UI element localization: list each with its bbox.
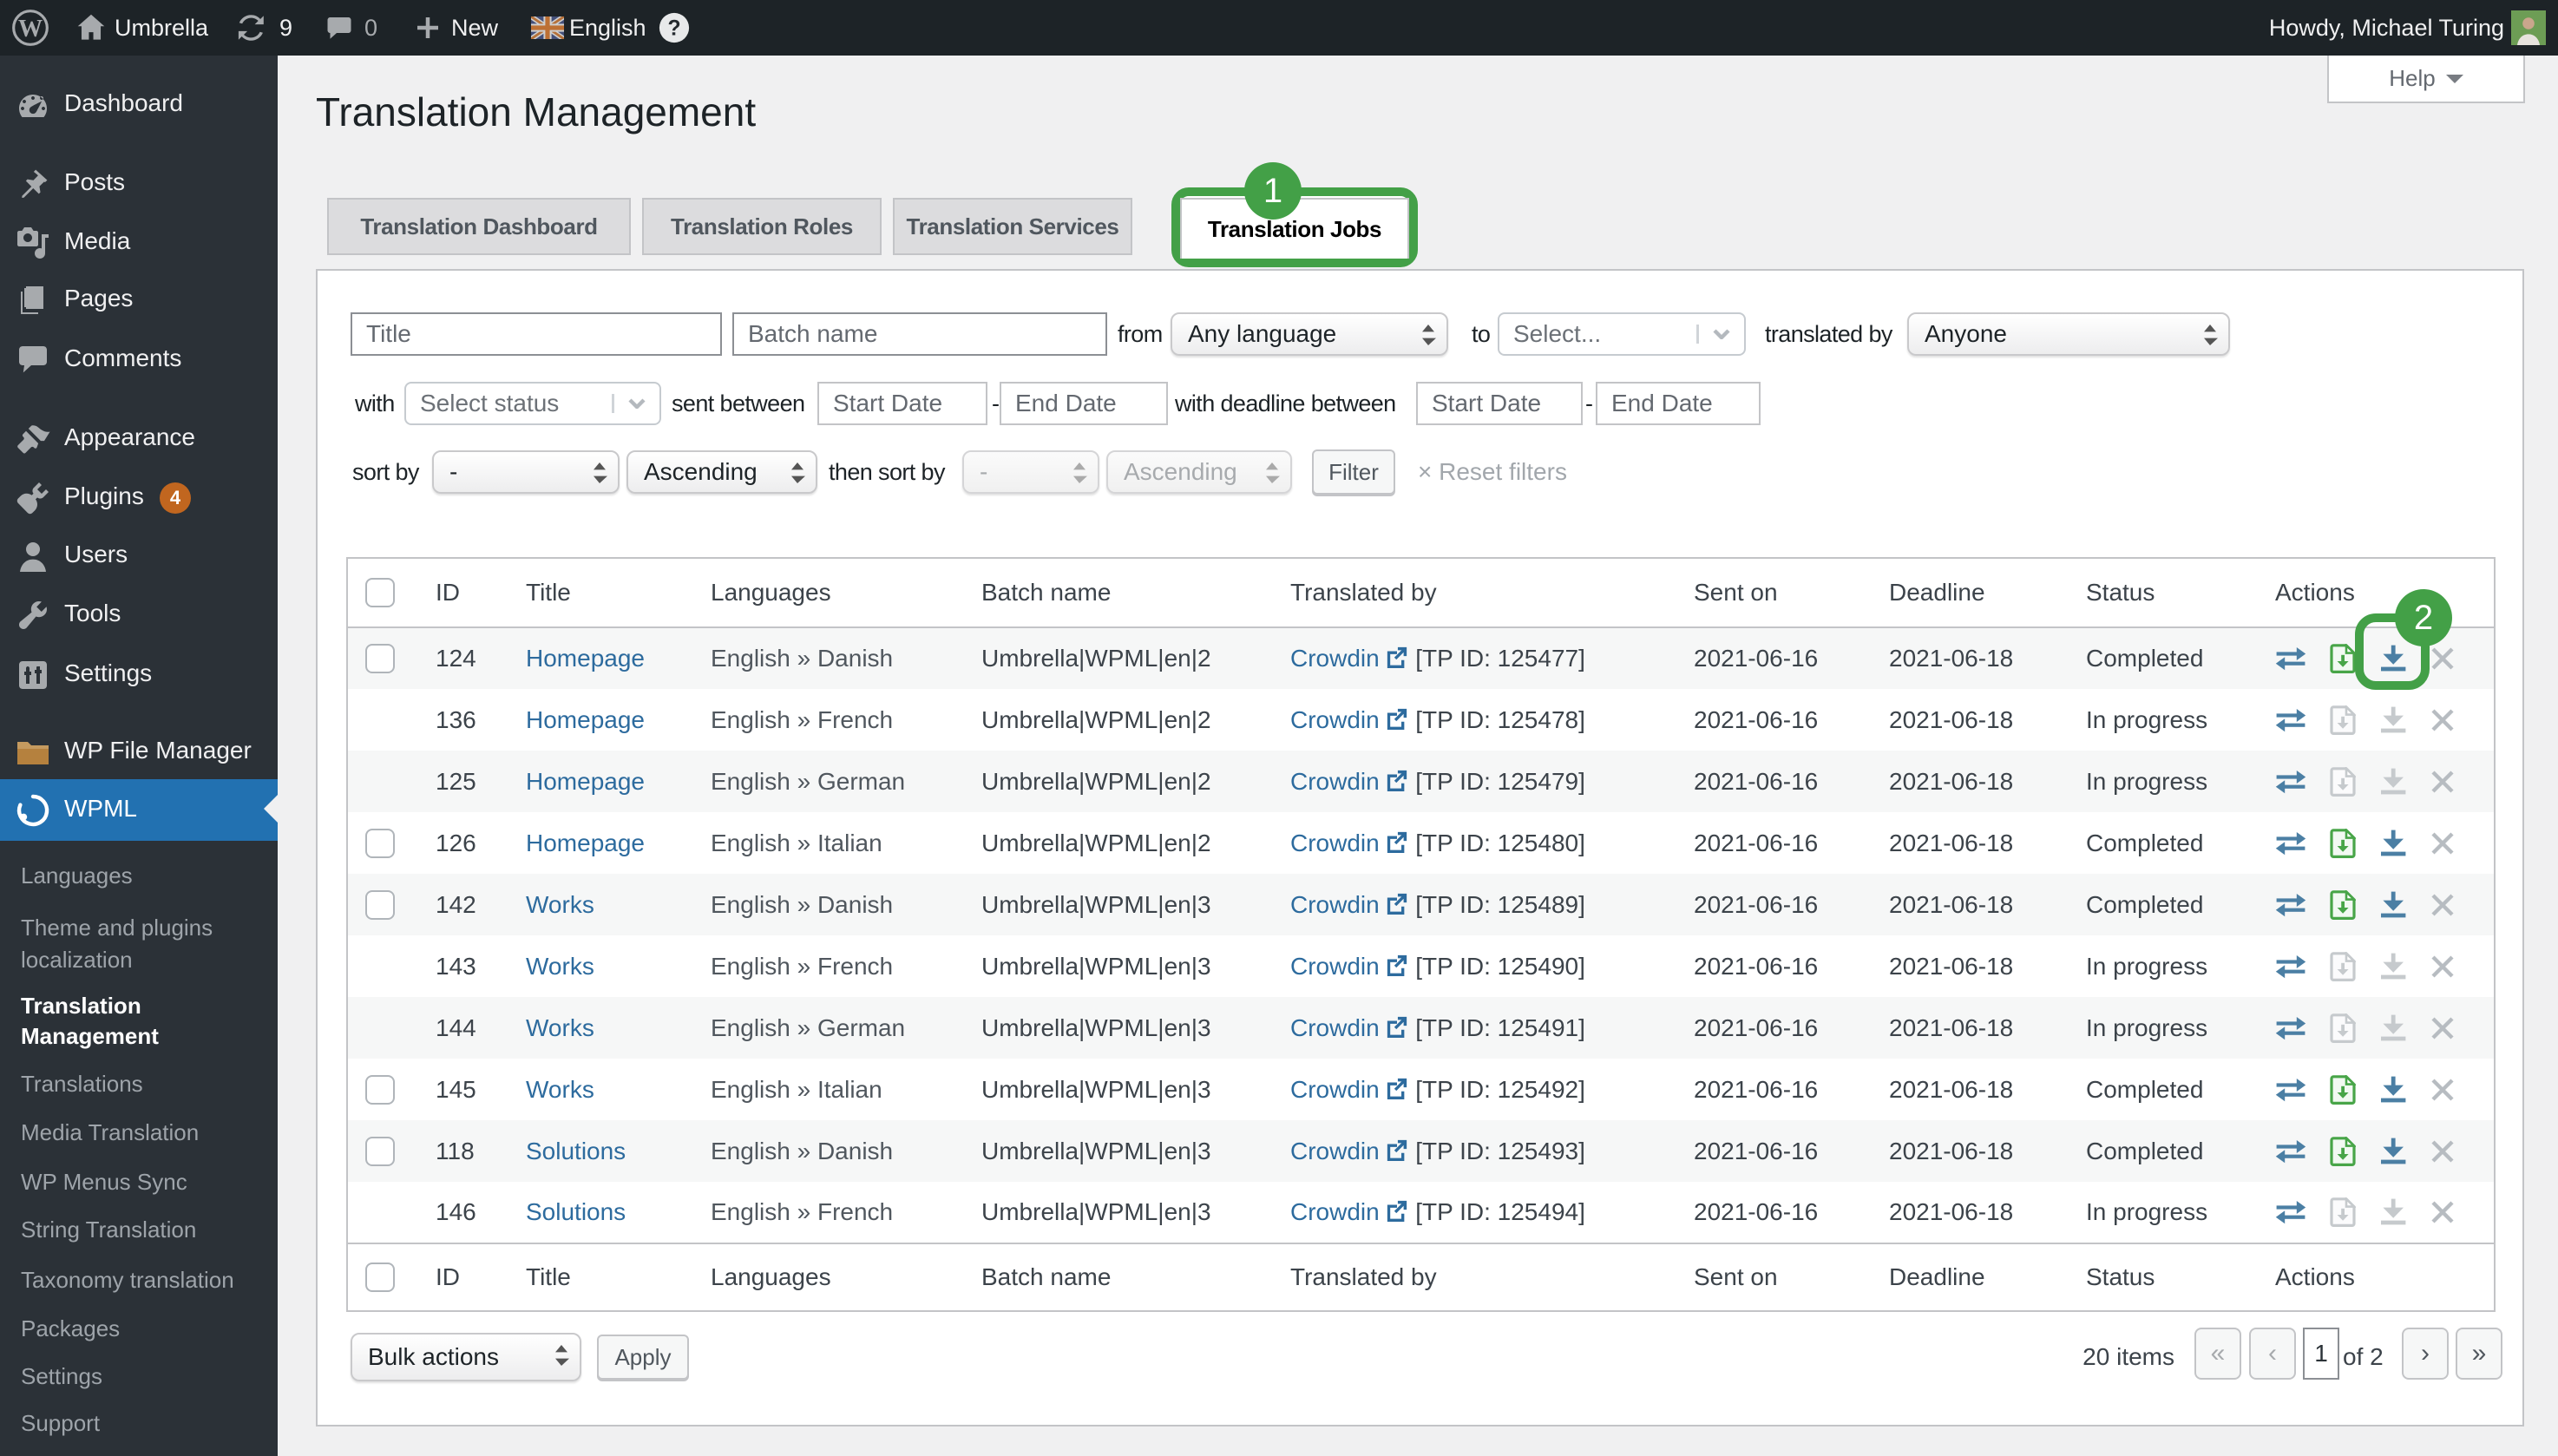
svg-text:W: W xyxy=(18,16,43,43)
svg-text:?: ? xyxy=(667,17,680,41)
